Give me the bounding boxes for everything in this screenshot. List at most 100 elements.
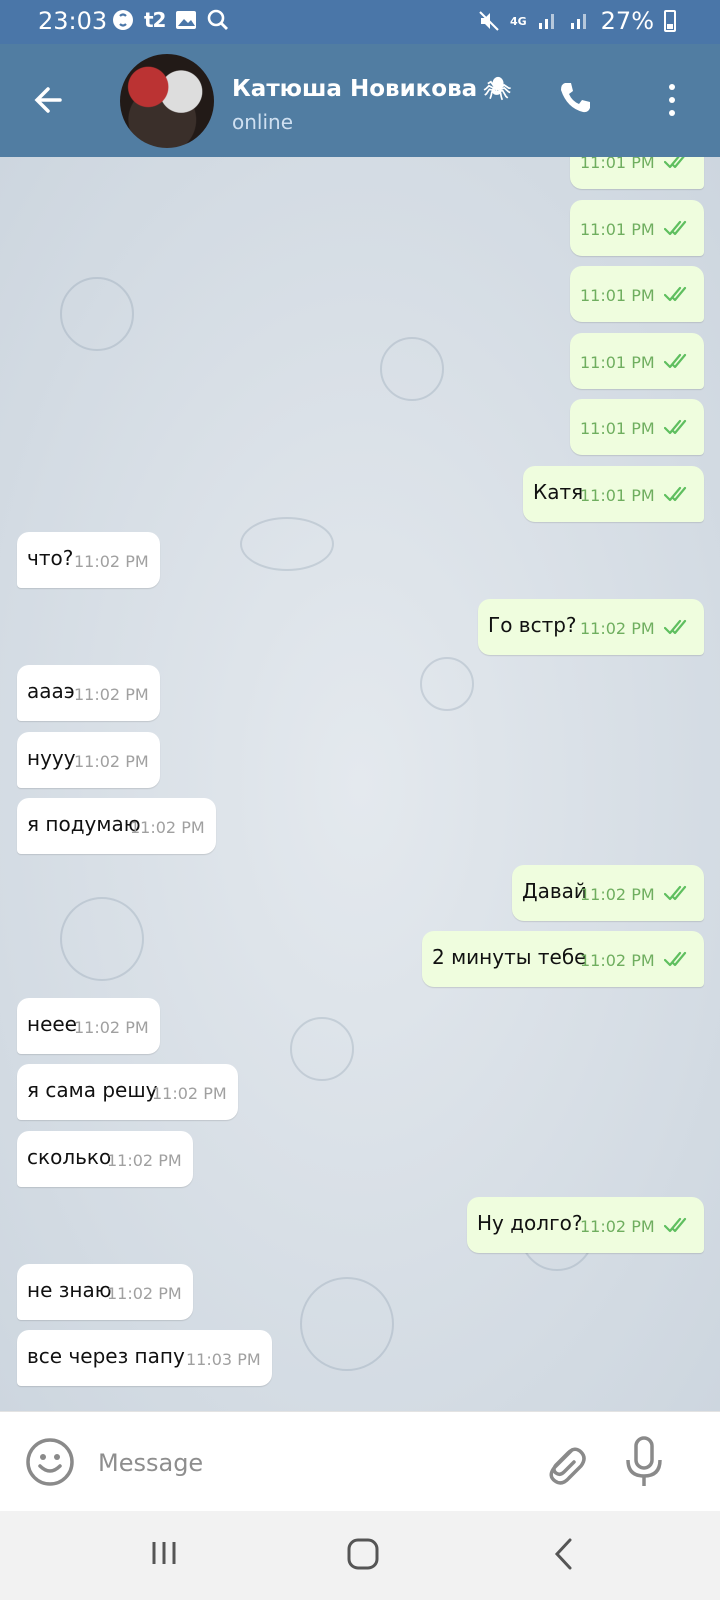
message-time: 11:02 PM (152, 1084, 227, 1103)
read-check-icon (663, 351, 692, 371)
status-bar: 23:03 t2 4G 27% (0, 0, 720, 44)
gallery-icon (175, 8, 197, 32)
outgoing-message[interactable]: Го встр? 11:02 PM (478, 598, 704, 655)
message-time: 11:01 PM (580, 485, 655, 505)
message-text: Катя (533, 479, 584, 504)
outgoing-message[interactable]: 11:01 PM (570, 199, 704, 256)
status-right-icons: 4G 27% (478, 7, 676, 35)
read-check-icon (663, 417, 692, 437)
recent-apps-button[interactable] (150, 1539, 178, 1567)
read-check-icon (663, 883, 692, 903)
paperclip-icon (549, 1447, 586, 1485)
status-left-icons: t2 (112, 8, 229, 32)
incoming-message[interactable]: не знаю 11:02 PM (17, 1263, 193, 1320)
outgoing-message[interactable]: 11:01 PM (570, 157, 704, 189)
message-time: 11:02 PM (74, 685, 149, 704)
smile-icon (26, 1438, 74, 1486)
message-text: неее (27, 1011, 77, 1036)
message-time: 11:02 PM (580, 951, 655, 970)
message-text: сколько (27, 1144, 112, 1169)
incoming-message[interactable]: все через папу 11:03 PM (17, 1330, 272, 1386)
outgoing-message[interactable]: 11:01 PM (570, 399, 704, 455)
more-button[interactable] (662, 80, 682, 120)
shazam-icon (112, 8, 134, 32)
message-time: 11:02 PM (580, 884, 655, 904)
message-time: 11:02 PM (74, 751, 149, 771)
message-text: Давай (522, 878, 587, 903)
read-check-icon (663, 157, 692, 171)
search-icon (207, 8, 229, 32)
contact-name-text: Катюша Новикова (232, 76, 478, 102)
message-time: 11:01 PM (580, 157, 655, 172)
chat-area[interactable]: 11:01 PM 11:01 PM 11:01 PM 11:01 PM 11:01 PM… (0, 157, 720, 1411)
message-time: 11:02 PM (74, 1017, 149, 1037)
attach-button[interactable] (540, 1436, 588, 1488)
message-time: 11:01 PM (580, 419, 655, 438)
battery-icon (664, 10, 676, 32)
outgoing-message[interactable]: Ну долго? 11:02 PM (467, 1197, 704, 1253)
incoming-message[interactable]: аааэ 11:02 PM (17, 665, 160, 721)
incoming-message[interactable]: сколько 11:02 PM (17, 1130, 193, 1187)
message-time: 11:02 PM (580, 1217, 655, 1236)
outgoing-message[interactable]: 2 минуты тебе 11:02 PM (422, 931, 704, 987)
carrier-badge: t2 (144, 8, 167, 32)
message-time: 11:01 PM (580, 352, 655, 372)
chat-header: Катюша Новикова 🕷 online (0, 44, 720, 157)
message-text: все через папу (27, 1344, 185, 1368)
read-check-icon (663, 949, 692, 969)
message-text: я подумаю (27, 812, 141, 836)
message-time: 11:02 PM (107, 1283, 182, 1303)
message-text: нууу (27, 745, 76, 770)
outgoing-message[interactable]: 11:01 PM (570, 266, 704, 322)
message-text: не знаю (27, 1277, 112, 1302)
incoming-message[interactable]: я подумаю 11:02 PM (17, 798, 216, 854)
composer-bar (0, 1411, 720, 1511)
arrow-left-icon (34, 87, 62, 113)
avatar[interactable] (120, 54, 214, 148)
back-button[interactable] (30, 80, 70, 120)
incoming-message[interactable]: нууу 11:02 PM (17, 731, 160, 788)
spider-icon: 🕷 (483, 77, 512, 102)
incoming-message[interactable]: неее 11:02 PM (17, 997, 160, 1054)
read-check-icon (663, 617, 692, 637)
message-input[interactable] (96, 1440, 500, 1486)
read-check-icon (663, 218, 692, 238)
system-back-button[interactable] (552, 1537, 576, 1571)
read-check-icon (663, 484, 692, 504)
status-time: 23:03 (38, 7, 108, 35)
battery-percent: 27% (600, 7, 654, 35)
incoming-message[interactable]: что? 11:02 PM (17, 532, 160, 588)
contact-status: online (232, 110, 294, 134)
read-check-icon (663, 284, 692, 304)
message-time: 11:01 PM (580, 219, 655, 239)
emoji-button[interactable] (24, 1436, 76, 1488)
call-button[interactable] (555, 78, 595, 118)
mic-button[interactable] (622, 1434, 666, 1490)
read-check-icon (663, 1215, 692, 1235)
message-time: 11:03 PM (186, 1350, 261, 1369)
message-text: аааэ (27, 679, 75, 703)
home-icon (347, 1538, 379, 1570)
outgoing-message[interactable]: 11:01 PM (570, 332, 704, 389)
chevron-left-icon (554, 1538, 572, 1570)
message-time: 11:02 PM (580, 618, 655, 638)
message-text: я сама решу (27, 1078, 158, 1102)
signal-icon-2 (569, 9, 591, 33)
incoming-message[interactable]: я сама решу 11:02 PM (17, 1064, 238, 1120)
message-time: 11:02 PM (107, 1150, 182, 1170)
message-time: 11:02 PM (130, 818, 205, 837)
contact-name[interactable]: Катюша Новикова 🕷 (232, 76, 511, 102)
microphone-icon (626, 1436, 662, 1486)
message-time: 11:01 PM (580, 286, 655, 305)
network-type: 4G (509, 14, 527, 28)
outgoing-message[interactable]: Катя 11:01 PM (523, 465, 704, 522)
message-text: Ну долго? (477, 1211, 583, 1235)
recent-apps-icon (152, 1542, 176, 1564)
home-button[interactable] (346, 1537, 380, 1571)
outgoing-message[interactable]: Давай 11:02 PM (512, 864, 704, 921)
message-text: Го встр? (488, 612, 577, 637)
system-nav-bar (0, 1511, 720, 1600)
phone-icon (561, 83, 590, 113)
message-time: 11:02 PM (74, 552, 149, 571)
message-text: 2 минуты тебе (432, 945, 587, 969)
